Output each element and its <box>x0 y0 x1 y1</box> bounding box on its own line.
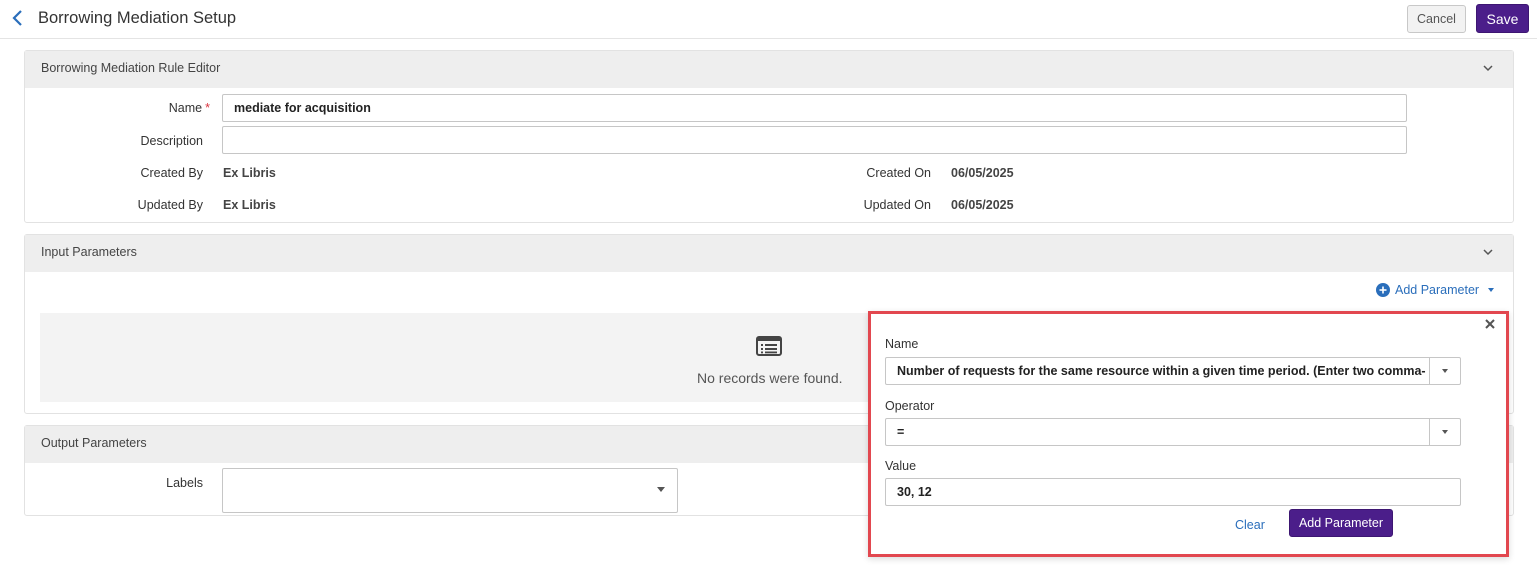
caret-down-icon <box>657 487 665 492</box>
input-parameters-title: Input Parameters <box>41 245 137 259</box>
cancel-button[interactable]: Cancel <box>1407 5 1466 33</box>
operator-label: Operator <box>885 399 935 413</box>
name-label-text: Name <box>168 101 203 115</box>
name-input[interactable]: mediate for acquisition <box>222 94 1407 122</box>
labels-label: Labels <box>166 476 203 490</box>
back-arrow-icon[interactable] <box>10 8 28 28</box>
created-on-value: 06/05/2025 <box>951 166 1014 180</box>
updated-by-label: Updated By <box>137 198 203 212</box>
output-parameters-title: Output Parameters <box>41 436 147 450</box>
value-input[interactable]: 30, 12 <box>885 478 1461 506</box>
labels-select[interactable] <box>222 468 678 513</box>
created-by-label: Created By <box>140 166 203 180</box>
no-records-message: No records were found. <box>697 370 843 386</box>
close-icon[interactable] <box>1484 318 1496 330</box>
add-parameter-dropdown[interactable]: Add Parameter <box>1376 283 1495 297</box>
updated-on-label: Updated On <box>863 198 931 212</box>
empty-records-box <box>40 313 880 402</box>
chevron-down-icon[interactable] <box>1483 248 1493 256</box>
caret-down-icon <box>1488 288 1495 292</box>
rule-editor-header[interactable]: Borrowing Mediation Rule Editor <box>25 51 1513 88</box>
value-label: Value <box>885 459 917 473</box>
add-parameter-button[interactable]: Add Parameter <box>1289 509 1393 537</box>
operator-value: = <box>897 425 905 439</box>
rule-editor-title: Borrowing Mediation Rule Editor <box>41 61 221 75</box>
created-on-label: Created On <box>866 166 931 180</box>
caret-down-icon[interactable] <box>1429 358 1460 384</box>
page-title: Borrowing Mediation Setup <box>38 9 237 27</box>
updated-on-value: 06/05/2025 <box>951 198 1014 212</box>
list-icon <box>756 336 782 356</box>
description-input[interactable] <box>222 126 1407 154</box>
plus-circle-icon <box>1376 283 1390 297</box>
created-by-value: Ex Libris <box>223 166 276 180</box>
required-asterisk: * <box>205 101 210 115</box>
input-parameters-header[interactable]: Input Parameters <box>25 235 1513 272</box>
description-label: Description <box>140 134 203 148</box>
add-parameter-popover: Name Number of requests for the same res… <box>868 311 1509 557</box>
save-button[interactable]: Save <box>1476 4 1529 33</box>
add-parameter-label: Add Parameter <box>1395 283 1480 297</box>
caret-down-icon[interactable] <box>1429 419 1460 445</box>
param-name-label: Name <box>885 337 919 351</box>
param-name-value: Number of requests for the same resource… <box>897 364 1426 378</box>
name-label: Name * <box>150 101 210 115</box>
operator-select[interactable]: = <box>885 418 1461 446</box>
updated-by-value: Ex Libris <box>223 198 276 212</box>
clear-link[interactable]: Clear <box>1235 518 1265 532</box>
page-header: Borrowing Mediation Setup Cancel Save <box>0 0 1537 39</box>
chevron-down-icon[interactable] <box>1483 64 1493 72</box>
param-name-select[interactable]: Number of requests for the same resource… <box>885 357 1461 385</box>
